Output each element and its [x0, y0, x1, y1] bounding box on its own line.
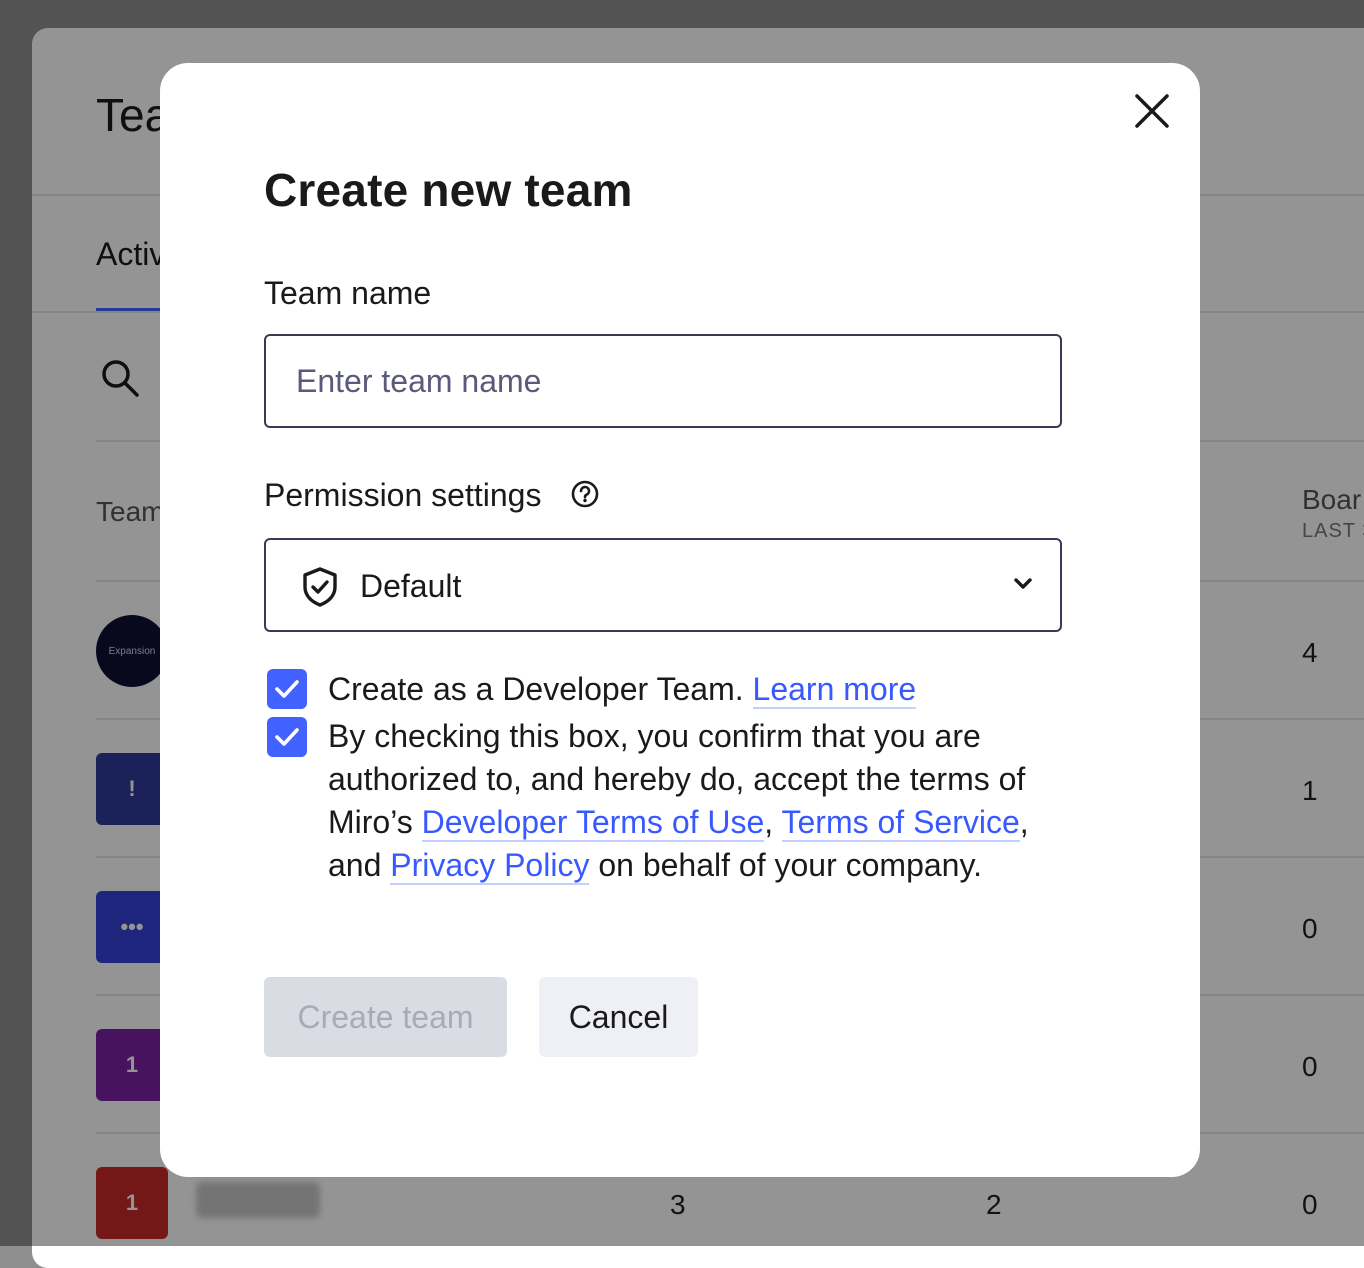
terms-text-end: on behalf of your company.	[598, 847, 982, 883]
team-name-label: Team name	[264, 275, 432, 311]
learn-more-link[interactable]: Learn more	[752, 671, 917, 709]
developer-team-checkbox[interactable]	[267, 669, 307, 709]
terms-checkbox[interactable]	[267, 717, 307, 757]
privacy-policy-link[interactable]: Privacy Policy	[390, 847, 590, 885]
checkmark-icon	[275, 680, 299, 698]
permission-settings-select[interactable]: Default	[264, 538, 1062, 632]
developer-terms-link[interactable]: Developer Terms of Use	[421, 804, 765, 842]
create-team-button[interactable]: Create team	[264, 977, 507, 1057]
developer-team-text: Create as a Developer Team.	[328, 671, 744, 707]
close-icon	[1135, 94, 1169, 128]
terms-of-service-link[interactable]: Terms of Service	[781, 804, 1020, 842]
terms-separator: ,	[764, 804, 774, 840]
permission-settings-label: Permission settings	[264, 477, 542, 513]
permission-selected-value: Default	[360, 568, 462, 604]
terms-label: By checking this box, you confirm that y…	[328, 715, 1048, 887]
chevron-down-icon	[1012, 576, 1034, 597]
developer-team-label: Create as a Developer Team. Learn more	[328, 668, 917, 711]
dialog-title: Create new team	[264, 164, 633, 216]
close-button[interactable]	[1132, 91, 1172, 131]
team-name-input[interactable]	[264, 334, 1062, 428]
create-team-dialog: Create new team Team name Permission set…	[160, 63, 1200, 1177]
shield-check-icon	[300, 566, 340, 613]
help-icon[interactable]	[570, 479, 600, 514]
checkmark-icon	[275, 728, 299, 746]
cancel-button[interactable]: Cancel	[539, 977, 698, 1057]
